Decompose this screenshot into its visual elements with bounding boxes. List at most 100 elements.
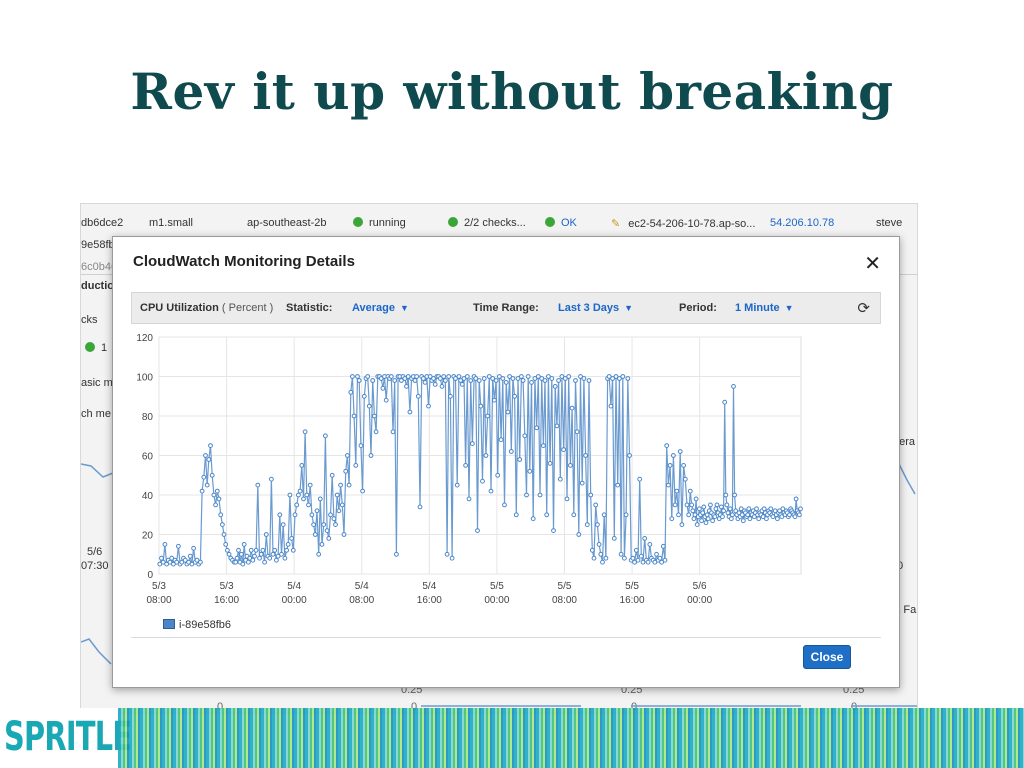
cpu-data-point: [581, 376, 587, 381]
cpu-data-point: [223, 542, 229, 547]
statistic-value: Average: [352, 302, 396, 314]
public-ip[interactable]: 54.206.10.78: [770, 217, 834, 229]
cpu-data-point: [598, 551, 604, 557]
statistic-select[interactable]: Average ▼: [352, 302, 409, 314]
cpu-data-point: [306, 502, 311, 508]
cpu-data-point: [206, 457, 212, 462]
check-count: 1: [85, 342, 107, 354]
period-value: 1 Minute: [735, 302, 780, 314]
cpu-data-point: [441, 374, 447, 379]
cpu-data-point: [740, 518, 746, 524]
cpu-data-point: [722, 399, 728, 405]
cpu-data-point: [574, 429, 580, 435]
cpu-data-point: [488, 488, 494, 494]
cpu-data-point: [443, 378, 448, 383]
cpu-data-point: [682, 476, 688, 482]
cpu-data-point: [637, 476, 643, 482]
cpu-data-point: [798, 506, 803, 512]
cpu-data-point: [666, 482, 671, 488]
cpu-data-point: [588, 492, 594, 498]
tab-status-checks[interactable]: cks: [81, 314, 98, 326]
cpu-data-point: [576, 532, 582, 537]
cpu-data-point: [719, 504, 724, 510]
cpu-data-point: [319, 542, 325, 547]
sprite-logo: SPRITLE: [0, 708, 132, 768]
cpu-data-point: [316, 551, 322, 557]
close-icon[interactable]: ✕: [864, 251, 881, 276]
cpu-data-point: [394, 551, 399, 557]
cpu-data-point: [620, 374, 626, 379]
cpu-data-point: [356, 378, 362, 383]
cpu-data-point: [341, 532, 347, 537]
cpu-data-point: [600, 559, 605, 565]
cpu-data-point: [503, 380, 509, 385]
x-tick-time: 08:00: [552, 595, 577, 606]
cpu-data-point: [747, 516, 753, 522]
chart-legend[interactable]: i-89e58fb6: [163, 619, 231, 631]
footer-stripes: [118, 708, 1024, 768]
cpu-data-point: [530, 516, 536, 522]
cpu-data-point: [456, 374, 462, 379]
cpu-data-point: [723, 492, 729, 498]
cpu-data-point: [556, 378, 562, 383]
cpu-data-point: [366, 403, 372, 409]
cpu-data-point: [642, 536, 648, 541]
cpu-data-point: [679, 522, 685, 528]
time-range-select[interactable]: Last 3 Days ▼: [558, 302, 633, 314]
cpu-data-point: [630, 555, 636, 561]
cpu-data-point: [731, 384, 736, 389]
cpu-data-point: [209, 472, 215, 478]
cpu-data-point: [714, 502, 720, 508]
cpu-utilization-chart[interactable]: 0 20 40 60 80 100 120 5/3 08:00 5/3 16:00 5/4 00:00 5…: [123, 332, 803, 622]
cpu-data-point: [571, 512, 577, 518]
cpu-data-point: [407, 409, 413, 415]
cpu-data-point: [199, 488, 205, 494]
cpu-data-point: [289, 536, 295, 541]
cpu-data-point: [422, 380, 428, 385]
instance-row-2[interactable]: 9e58fb: [81, 239, 115, 251]
cpu-data-point: [355, 374, 360, 379]
cpu-data-point: [240, 561, 246, 567]
y-tick-label: 120: [136, 333, 153, 344]
x-tick-date: 5/4: [355, 581, 369, 592]
cpu-data-point: [797, 512, 802, 518]
cpu-data-point: [328, 512, 333, 518]
cpu-data-point: [618, 551, 624, 557]
time-range-value: Last 3 Days: [558, 302, 620, 314]
cpu-data-point: [635, 557, 641, 563]
mini-chart-right[interactable]: [899, 462, 917, 498]
x-tick-time: 00:00: [687, 595, 712, 606]
cpu-data-point: [390, 429, 396, 435]
cpu-data-point: [566, 374, 572, 379]
cpu-data-point: [258, 551, 264, 557]
cpu-data-point: [498, 437, 504, 443]
refresh-icon[interactable]: ⟳: [857, 299, 870, 317]
cpu-data-point: [495, 472, 501, 478]
cpu-data-point: [654, 551, 659, 557]
x-tick-time: 08:00: [349, 595, 374, 606]
cpu-data-point: [296, 492, 301, 498]
cpu-data-point: [234, 555, 240, 561]
cpu-data-point: [761, 506, 767, 512]
cpu-data-point: [285, 542, 291, 547]
cpu-data-point: [660, 543, 666, 549]
cpu-data-point: [512, 393, 518, 399]
cpu-data-point: [615, 482, 621, 488]
cpu-data-point: [754, 506, 759, 512]
bottle-icon: ✎: [611, 218, 621, 230]
chevron-down-icon: ▼: [784, 303, 794, 313]
cpu-data-point: [323, 433, 328, 439]
cpu-data-point: [404, 384, 409, 389]
cpu-data-point: [159, 555, 164, 561]
cpu-data-point: [351, 413, 357, 419]
cpu-data-point: [662, 557, 668, 563]
cpu-data-point: [645, 559, 651, 565]
cpu-data-point: [365, 374, 371, 379]
cpu-data-point: [720, 514, 725, 520]
close-button[interactable]: Close: [803, 645, 851, 669]
cpu-data-point: [331, 516, 337, 522]
running-status-icon: [353, 217, 363, 227]
y-tick-label: 80: [142, 412, 154, 423]
period-select[interactable]: 1 Minute ▼: [735, 302, 794, 314]
cpu-data-point: [792, 514, 798, 520]
